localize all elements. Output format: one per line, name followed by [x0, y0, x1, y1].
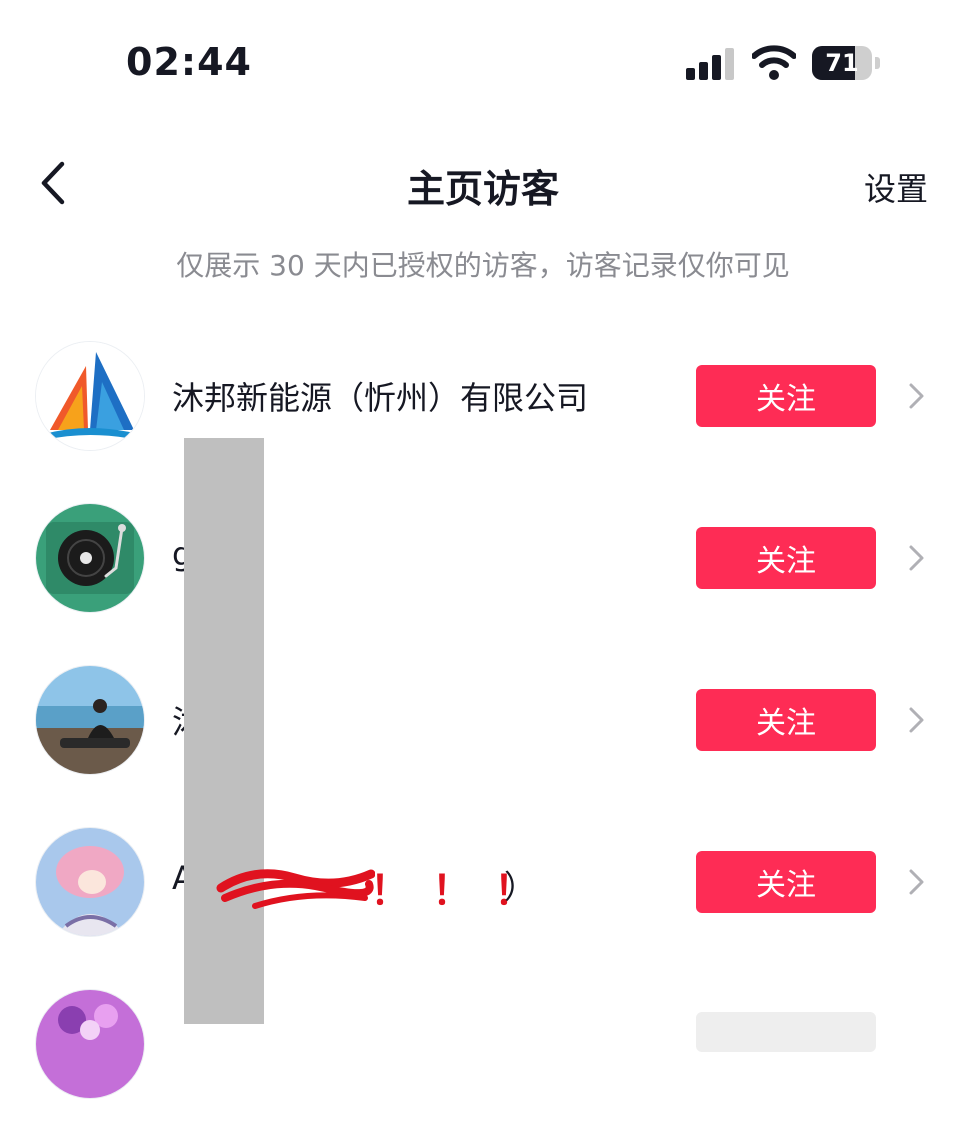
anime-character-icon	[36, 828, 144, 936]
turntable-icon	[36, 504, 144, 612]
avatar[interactable]	[36, 666, 144, 774]
closing-paren: ）	[504, 868, 537, 906]
battery-indicator: 71	[812, 46, 882, 80]
visitor-row[interactable]: g al 关注	[0, 480, 966, 640]
cellular-signal-icon	[686, 48, 734, 80]
redaction-scribble	[216, 869, 375, 909]
page-title: 主页访客	[406, 167, 559, 211]
privacy-notice: 仅展示 30 天内已授权的访客，访客记录仅你可见	[176, 249, 790, 282]
follow-button[interactable]: 关注	[696, 689, 876, 751]
follow-button[interactable]: 关注	[696, 365, 876, 427]
sail-logo-icon	[36, 342, 144, 450]
battery-percent: 71	[825, 49, 859, 77]
visitor-name: 沐邦新能源（忻州）有限公司	[172, 379, 589, 417]
redaction-bar	[184, 438, 264, 1024]
avatar[interactable]	[36, 828, 144, 936]
avatar[interactable]	[36, 990, 144, 1098]
follow-button[interactable]: 关注	[696, 527, 876, 589]
nav-bar: 主页访客 设置	[0, 140, 966, 230]
visitor-row[interactable]: 沐邦新能源（忻州）有限公司 关注	[0, 318, 966, 478]
purple-flower-icon	[36, 990, 144, 1098]
wifi-icon	[752, 45, 796, 80]
status-bar: 02:44 71	[0, 0, 966, 120]
status-time: 02:44	[126, 40, 252, 84]
chevron-right-icon[interactable]	[902, 704, 930, 736]
avatar[interactable]	[36, 504, 144, 612]
chevron-right-icon[interactable]	[902, 542, 930, 574]
person-beach-photo-icon	[36, 666, 144, 774]
follow-button-partial[interactable]	[696, 1012, 876, 1052]
settings-button[interactable]: 设置	[864, 164, 928, 210]
chevron-right-icon[interactable]	[902, 866, 930, 898]
avatar[interactable]	[36, 342, 144, 450]
visitor-row[interactable]: 沐 关注	[0, 642, 966, 802]
chevron-right-icon[interactable]	[902, 380, 930, 412]
follow-button[interactable]: 关注	[696, 851, 876, 913]
